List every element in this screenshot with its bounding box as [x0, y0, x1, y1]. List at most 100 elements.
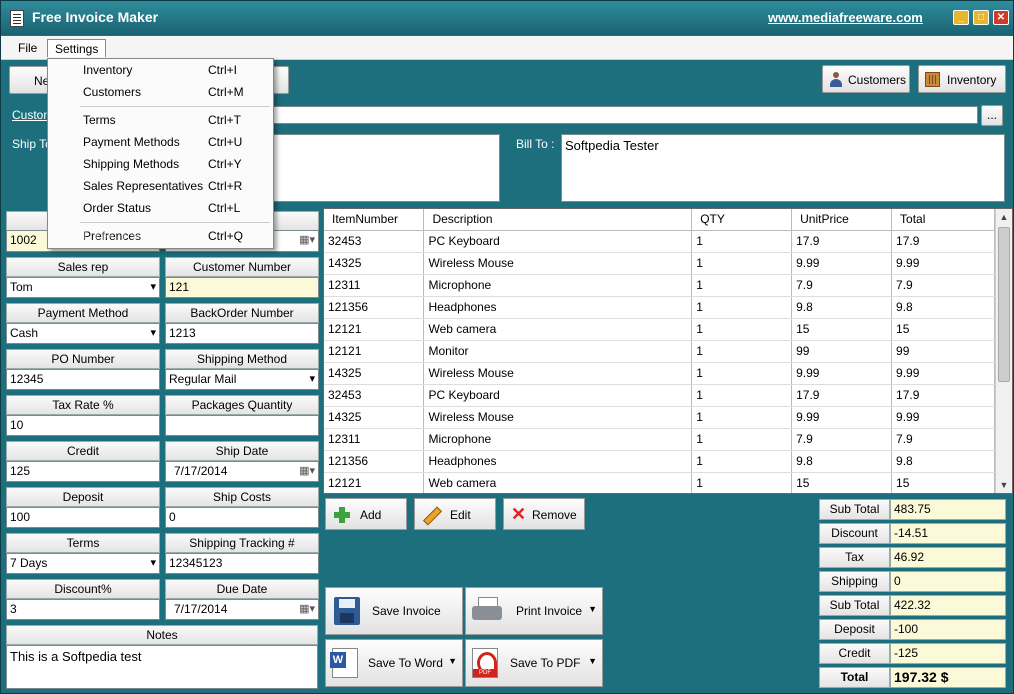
table-cell[interactable]: 9.99: [891, 362, 995, 385]
payment-method-select[interactable]: Cash: [6, 323, 160, 344]
customer-browse-button[interactable]: ...: [981, 105, 1003, 126]
table-cell[interactable]: 15: [891, 318, 995, 341]
table-cell[interactable]: 7.9: [791, 274, 893, 297]
customers-button[interactable]: Customers: [822, 65, 910, 93]
table-cell[interactable]: 1: [691, 450, 793, 473]
table-cell[interactable]: 1: [691, 340, 793, 363]
table-cell[interactable]: Web camera: [423, 472, 693, 493]
table-cell[interactable]: Microphone: [423, 428, 693, 451]
menu-file[interactable]: File: [11, 39, 44, 57]
col-total[interactable]: Total: [891, 209, 995, 231]
terms-select[interactable]: 7 Days: [6, 553, 160, 574]
table-cell[interactable]: 17.9: [791, 230, 893, 253]
table-cell[interactable]: 1: [691, 318, 793, 341]
bill-to-field[interactable]: Softpedia Tester: [561, 134, 1005, 202]
table-cell[interactable]: 7.9: [791, 428, 893, 451]
table-cell[interactable]: 9.8: [791, 450, 893, 473]
table-row[interactable]: 121356 Headphones 1 9.8 9.8: [324, 450, 995, 473]
website-link[interactable]: www.mediafreeware.com: [768, 10, 923, 25]
table-cell[interactable]: Web camera: [423, 318, 693, 341]
table-cell[interactable]: 12311: [324, 428, 425, 451]
table-cell[interactable]: 32453: [324, 384, 425, 407]
scroll-thumb[interactable]: [998, 227, 1010, 382]
table-row[interactable]: 12311 Microphone 1 7.9 7.9: [324, 428, 995, 451]
table-cell[interactable]: Wireless Mouse: [423, 406, 693, 429]
due-date-picker[interactable]: 7/17/2014: [165, 599, 319, 620]
table-cell[interactable]: 14325: [324, 252, 425, 275]
ship-costs-field[interactable]: 0: [165, 507, 319, 528]
menu-item-sales-reps[interactable]: Sales Representatives Ctrl+R: [48, 175, 273, 197]
table-cell[interactable]: 1: [691, 274, 793, 297]
table-cell[interactable]: PC Keyboard: [423, 384, 693, 407]
table-row[interactable]: 121356 Headphones 1 9.8 9.8: [324, 296, 995, 319]
table-cell[interactable]: 17.9: [891, 230, 995, 253]
scroll-up-icon[interactable]: ▲: [996, 209, 1012, 225]
backorder-number-field[interactable]: 1213: [165, 323, 319, 344]
customer-field[interactable]: [269, 106, 978, 124]
table-cell[interactable]: 15: [791, 472, 893, 493]
table-row[interactable]: 12121 Monitor 1 99 99: [324, 340, 995, 363]
new-invoice-button[interactable]: Ne: [9, 66, 49, 94]
table-cell[interactable]: 121356: [324, 296, 425, 319]
grid-scrollbar[interactable]: ▲ ▼: [995, 209, 1012, 493]
table-cell[interactable]: 1: [691, 406, 793, 429]
tax-rate-field[interactable]: 10: [6, 415, 160, 436]
chevron-down-icon[interactable]: ▼: [588, 604, 597, 614]
table-row[interactable]: 12121 Web camera 1 15 15: [324, 318, 995, 341]
table-cell[interactable]: 9.8: [791, 296, 893, 319]
table-cell[interactable]: 9.99: [791, 362, 893, 385]
notes-field[interactable]: This is a Softpedia test: [6, 645, 318, 689]
table-cell[interactable]: 121356: [324, 450, 425, 473]
save-to-word-button[interactable]: Save To Word ▼: [325, 639, 463, 687]
table-cell[interactable]: 9.99: [891, 252, 995, 275]
menu-item-terms[interactable]: Terms Ctrl+T: [48, 109, 273, 131]
po-number-field[interactable]: 12345: [6, 369, 160, 390]
items-grid[interactable]: ItemNumber Description QTY UnitPrice Tot…: [323, 208, 1013, 494]
table-row[interactable]: 14325 Wireless Mouse 1 9.99 9.99: [324, 406, 995, 429]
maximize-button[interactable]: □: [973, 10, 989, 25]
table-cell[interactable]: 1: [691, 362, 793, 385]
chevron-down-icon[interactable]: ▼: [588, 656, 597, 666]
table-row[interactable]: 12311 Microphone 1 7.9 7.9: [324, 274, 995, 297]
table-cell[interactable]: 12121: [324, 472, 425, 493]
close-button[interactable]: ✕: [993, 10, 1009, 25]
table-cell[interactable]: 32453: [324, 230, 425, 253]
sales-rep-select[interactable]: Tom: [6, 277, 160, 298]
table-cell[interactable]: 15: [791, 318, 893, 341]
ship-date-picker[interactable]: 7/17/2014: [165, 461, 319, 482]
menu-settings[interactable]: Settings: [47, 39, 107, 57]
menu-item-customers[interactable]: Customers Ctrl+M: [48, 81, 273, 103]
inventory-button[interactable]: Inventory: [918, 65, 1006, 93]
credit-field[interactable]: 125: [6, 461, 160, 482]
print-invoice-button[interactable]: Print Invoice ▼: [465, 587, 603, 635]
table-cell[interactable]: 15: [891, 472, 995, 493]
table-cell[interactable]: 1: [691, 472, 793, 493]
table-cell[interactable]: 9.8: [891, 450, 995, 473]
table-cell[interactable]: 17.9: [891, 384, 995, 407]
table-cell[interactable]: 9.8: [891, 296, 995, 319]
table-cell[interactable]: 9.99: [791, 252, 893, 275]
table-row[interactable]: 12121 Web camera 1 15 15: [324, 472, 995, 493]
table-cell[interactable]: Wireless Mouse: [423, 252, 693, 275]
packages-quantity-field[interactable]: [165, 415, 319, 436]
table-cell[interactable]: 99: [891, 340, 995, 363]
menu-item-payment-methods[interactable]: Payment Methods Ctrl+U: [48, 131, 273, 153]
minimize-button[interactable]: _: [953, 10, 969, 25]
col-unitprice[interactable]: UnitPrice: [791, 209, 893, 231]
table-cell[interactable]: 1: [691, 252, 793, 275]
table-cell[interactable]: 12121: [324, 340, 425, 363]
table-cell[interactable]: Monitor: [423, 340, 693, 363]
col-itemnumber[interactable]: ItemNumber: [324, 209, 425, 231]
table-cell[interactable]: 17.9: [791, 384, 893, 407]
table-cell[interactable]: 12121: [324, 318, 425, 341]
table-cell[interactable]: Wireless Mouse: [423, 362, 693, 385]
save-invoice-button[interactable]: Save Invoice: [325, 587, 463, 635]
table-row[interactable]: 14325 Wireless Mouse 1 9.99 9.99: [324, 252, 995, 275]
ship-to-field[interactable]: [269, 134, 500, 202]
table-row[interactable]: 32453 PC Keyboard 1 17.9 17.9: [324, 384, 995, 407]
table-cell[interactable]: Headphones: [423, 450, 693, 473]
table-cell[interactable]: 1: [691, 230, 793, 253]
table-cell[interactable]: 9.99: [891, 406, 995, 429]
table-cell[interactable]: 14325: [324, 406, 425, 429]
customer-number-field[interactable]: 121: [165, 277, 319, 298]
